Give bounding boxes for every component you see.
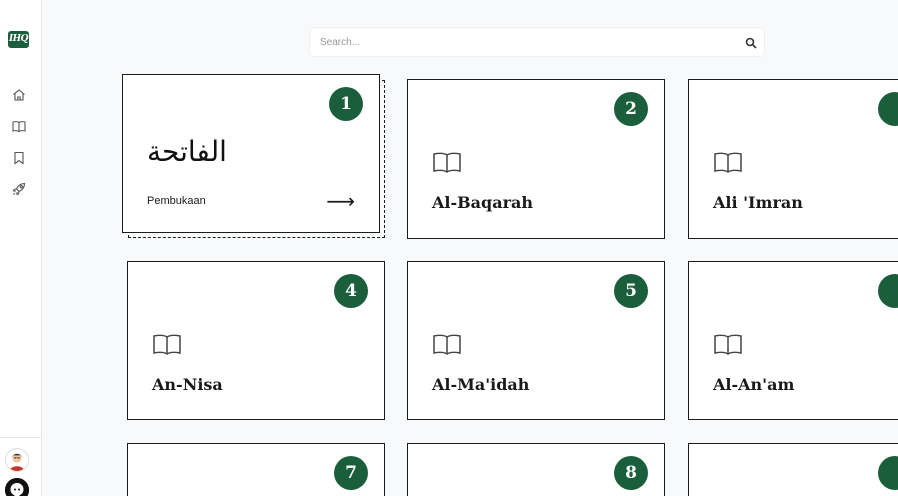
surah-number-badge: 7: [334, 456, 368, 490]
home-icon[interactable]: [11, 87, 27, 103]
surah-number-badge: [878, 274, 898, 308]
surah-card-8[interactable]: 8: [407, 443, 665, 496]
search-icon[interactable]: [745, 36, 757, 49]
surah-number-badge: 4: [334, 274, 368, 308]
surah-card-5[interactable]: 5 Al-Ma'idah: [407, 261, 665, 420]
surah-card-7[interactable]: 7: [127, 443, 385, 496]
book-open-icon: [152, 332, 182, 356]
surah-number-badge: [878, 92, 898, 126]
surah-name: Ali 'Imran: [713, 193, 803, 212]
app-logo[interactable]: IHQ: [8, 31, 29, 48]
book-open-icon: [432, 150, 462, 174]
surah-card-9[interactable]: [688, 443, 898, 496]
surah-arabic-name: الفاتحة: [147, 135, 227, 168]
surah-number-badge: [878, 456, 898, 490]
surah-meaning: Pembukaan: [147, 195, 206, 207]
book-open-icon[interactable]: [11, 118, 27, 134]
surah-name: An-Nisa: [152, 375, 223, 394]
book-open-icon: [713, 150, 743, 174]
surah-name: Al-Baqarah: [432, 193, 534, 212]
surah-number-badge: 5: [614, 274, 648, 308]
surah-card-6[interactable]: Al-An'am: [688, 261, 898, 420]
surah-card-1[interactable]: 1 الفاتحة Pembukaan ⟶: [122, 74, 380, 233]
surah-number-badge: 2: [614, 92, 648, 126]
search-input[interactable]: [320, 28, 720, 56]
book-open-icon: [713, 332, 743, 356]
arrow-right-icon: ⟶: [326, 189, 355, 213]
surah-name: Al-An'am: [713, 375, 795, 394]
search-bar: [310, 28, 764, 56]
surah-card-2[interactable]: 2 Al-Baqarah: [407, 79, 665, 239]
surah-card-4[interactable]: 4 An-Nisa: [127, 261, 385, 420]
surah-card-3[interactable]: Ali 'Imran: [688, 79, 898, 239]
rocket-icon[interactable]: [11, 181, 27, 197]
github-icon[interactable]: [5, 478, 29, 496]
surah-name: Al-Ma'idah: [432, 375, 530, 394]
sidebar: IHQ: [0, 0, 42, 496]
avatar[interactable]: [5, 448, 29, 472]
sidebar-divider: [0, 437, 41, 438]
surah-number-badge: 1: [329, 87, 363, 121]
surah-number-badge: 8: [614, 456, 648, 490]
book-open-icon: [432, 332, 462, 356]
bookmark-icon[interactable]: [11, 150, 27, 166]
